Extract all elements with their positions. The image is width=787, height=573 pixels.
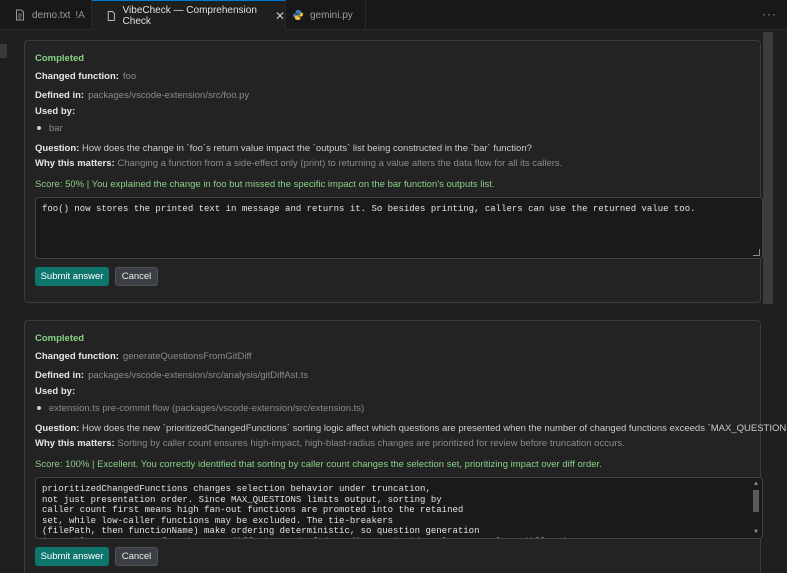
used-by-value: extension.ts pre-commit flow (packages/v… — [49, 403, 365, 414]
question-text: How does the change in `foo`s return val… — [81, 143, 532, 154]
used-by-label: Used by: — [35, 106, 76, 117]
why-label: Why this matters: — [35, 158, 115, 169]
bullet-icon — [37, 405, 41, 410]
question-text: How does the new `prioritizedChangedFunc… — [81, 423, 787, 434]
question-card: Completed Changed function: generateQuest… — [24, 320, 787, 573]
question-label: Question: — [35, 423, 80, 434]
tab-label: gemini.py — [310, 9, 353, 21]
scroll-down-icon[interactable]: ▼ — [752, 528, 760, 536]
editor-tab-bar: demo.txt !A VibeCheck — Comprehension Ch… — [0, 0, 787, 30]
scrollbar-thumb[interactable] — [753, 490, 759, 512]
scrollbar-thumb[interactable] — [763, 32, 773, 304]
gutter-marker — [0, 44, 7, 58]
tab-vibecheck[interactable]: VibeCheck — Comprehension Check ✕ — [92, 0, 286, 30]
more-actions-icon[interactable]: ··· — [762, 7, 777, 21]
answer-scrollbar[interactable]: ▲ ▼ — [752, 480, 760, 536]
resize-grip-icon[interactable] — [753, 249, 760, 256]
bullet-icon — [37, 125, 41, 130]
why-text: Changing a function from a side-effect o… — [117, 158, 563, 169]
file-text-icon — [16, 9, 24, 21]
changed-function-value: foo — [122, 71, 137, 82]
used-by-item: bar — [35, 123, 63, 134]
tab-label: VibeCheck — Comprehension Check — [122, 4, 257, 27]
question-row: Question: How does the new `prioritizedC… — [35, 423, 787, 434]
status-label: Completed — [35, 53, 85, 64]
changed-function-label: Changed function: — [35, 351, 119, 362]
cancel-button[interactable]: Cancel — [115, 547, 158, 566]
used-by-label: Used by: — [35, 386, 76, 397]
cancel-button[interactable]: Cancel — [115, 267, 158, 286]
tab-label: demo.txt — [32, 9, 71, 21]
why-label: Why this matters: — [35, 438, 115, 449]
preview-file-icon — [107, 10, 115, 21]
tab-gemini-py[interactable]: gemini.py — [286, 0, 366, 30]
answer-textarea[interactable]: prioritizedChangedFunctions changes sele… — [35, 477, 763, 539]
defined-in-label: Defined in: — [35, 370, 85, 381]
changed-function-value: generateQuestionsFromGitDiff — [122, 351, 252, 362]
used-by-item: extension.ts pre-commit flow (packages/v… — [35, 403, 364, 414]
defined-in-row: Defined in: packages/vscode-extension/src… — [35, 90, 249, 101]
webview-content: Completed Changed function: foo Defined i… — [0, 30, 787, 573]
scroll-up-icon[interactable]: ▲ — [752, 480, 760, 488]
submit-answer-button[interactable]: Submit answer — [35, 267, 109, 286]
changed-function-row: Changed function: generateQuestionsFromGi… — [35, 351, 252, 362]
score-text: Score: 100% | Excellent. You correctly i… — [35, 459, 602, 470]
tab-demo-txt[interactable]: demo.txt !A — [0, 0, 92, 30]
python-icon — [293, 10, 303, 20]
defined-in-row: Defined in: packages/vscode-extension/src… — [35, 370, 308, 381]
defined-in-value: packages/vscode-extension/src/analysis/g… — [88, 370, 309, 381]
question-row: Question: How does the change in `foo`s … — [35, 143, 532, 154]
submit-answer-button[interactable]: Submit answer — [35, 547, 109, 566]
question-label: Question: — [35, 143, 80, 154]
used-by-value: bar — [49, 123, 63, 134]
answer-text: prioritizedChangedFunctions changes sele… — [42, 484, 582, 538]
defined-in-value: packages/vscode-extension/src/foo.py — [88, 90, 250, 101]
why-row: Why this matters: Sorting by caller coun… — [35, 438, 625, 449]
question-card: Completed Changed function: foo Defined i… — [24, 40, 763, 303]
status-label: Completed — [35, 333, 85, 344]
changed-function-row: Changed function: foo — [35, 71, 136, 82]
defined-in-label: Defined in: — [35, 90, 85, 101]
tab-modifier: !A — [75, 9, 85, 21]
score-text: Score: 50% | You explained the change in… — [35, 179, 495, 190]
close-icon[interactable]: ✕ — [275, 9, 285, 23]
answer-textarea[interactable]: foo() now stores the printed text in mes… — [35, 197, 763, 259]
changed-function-label: Changed function: — [35, 71, 119, 82]
answer-text: foo() now stores the printed text in mes… — [42, 204, 696, 214]
why-text: Sorting by caller count ensures high-imp… — [117, 438, 625, 449]
why-row: Why this matters: Changing a function fr… — [35, 158, 562, 169]
page-scrollbar[interactable] — [762, 30, 775, 573]
